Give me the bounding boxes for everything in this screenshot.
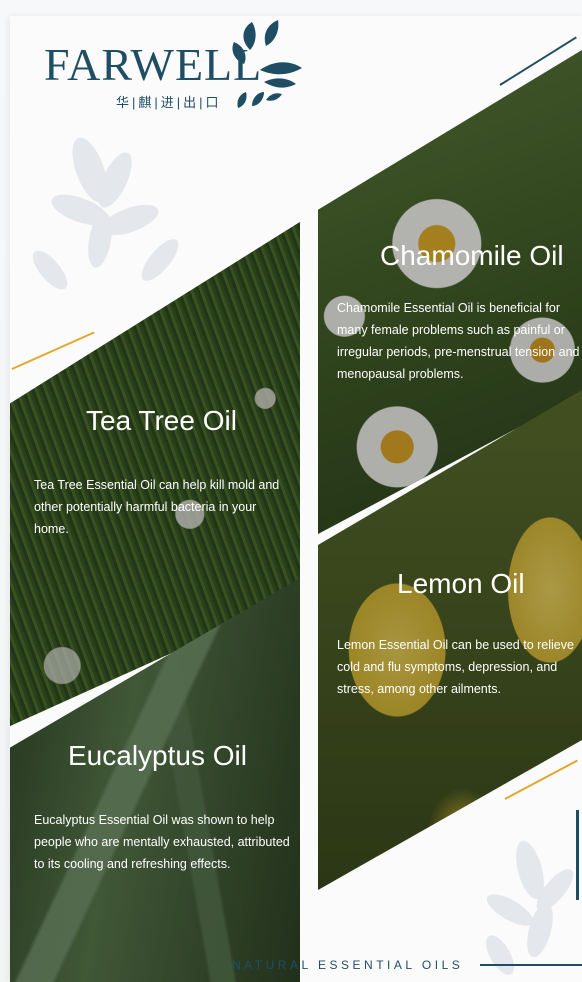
product-page: FARWELL 华|麒|进|出|口 Chamomile Oil Chamomil… xyxy=(0,0,582,982)
flower-silhouette-icon xyxy=(32,137,179,290)
footer-line xyxy=(480,964,582,966)
brand-subtitle: 华|麒|进|出|口 xyxy=(116,95,222,110)
lemon-description: Lemon Essential Oil can be used to relie… xyxy=(337,638,574,696)
eucalyptus-title: Eucalyptus Oil xyxy=(68,740,247,771)
footer-tagline: NATURAL ESSENTIAL OILS xyxy=(232,958,464,972)
flower-silhouette-icon xyxy=(486,840,574,975)
chamomile-title: Chamomile Oil xyxy=(380,240,564,271)
decorative-bar xyxy=(576,810,579,900)
tea-tree-title: Tea Tree Oil xyxy=(86,405,237,436)
leaf-cluster-icon xyxy=(232,20,302,108)
lemon-title: Lemon Oil xyxy=(397,568,525,599)
tea-tree-description: Tea Tree Essential Oil can help kill mol… xyxy=(34,478,280,536)
eucalyptus-description: Eucalyptus Essential Oil was shown to he… xyxy=(34,813,290,871)
chamomile-description: Chamomile Essential Oil is beneficial fo… xyxy=(337,301,580,381)
